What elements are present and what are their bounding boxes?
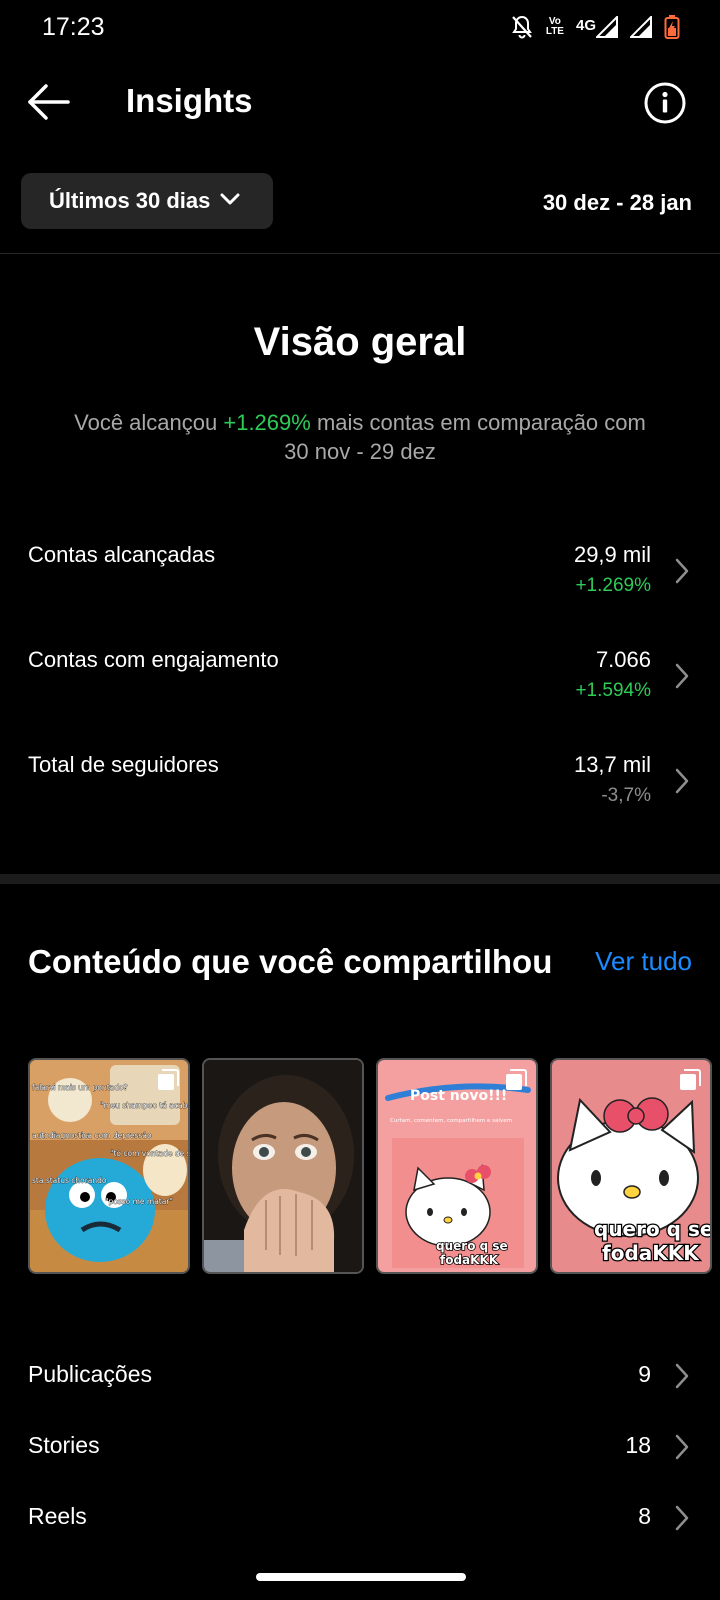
chevron-right-icon <box>675 1505 689 1531</box>
cartoon-meme-image: falarei mais um pontado? "meu shampoo tá… <box>30 1060 188 1272</box>
status-bar: 17:23 Vo LTE 4G <box>0 0 720 54</box>
carousel-icon <box>680 1069 701 1090</box>
carousel-icon <box>506 1069 527 1090</box>
list-item-stories[interactable]: Stories 18 <box>0 1417 720 1477</box>
battery-icon <box>664 14 680 40</box>
network-type: 4G <box>575 17 596 34</box>
content-thumbnail-4[interactable]: quero q se fodaKKK <box>550 1058 712 1274</box>
metric-change: -3,7% <box>601 785 651 806</box>
status-icons: Vo LTE 4G <box>510 12 680 42</box>
content-thumbnail-2[interactable] <box>202 1058 364 1274</box>
status-time: 17:23 <box>42 13 105 41</box>
metric-label: Contas com engajamento <box>28 647 279 672</box>
section-divider <box>0 874 720 884</box>
content-section-title: Conteúdo que você compartilhou <box>28 943 553 980</box>
content-thumbnail-1[interactable]: falarei mais um pontado? "meu shampoo tá… <box>28 1058 190 1274</box>
reach-change-highlight: +1.269% <box>223 410 311 435</box>
metric-label: Total de seguidores <box>28 752 219 777</box>
list-item-posts[interactable]: Publicações 9 <box>0 1346 720 1406</box>
svg-text:quero q se: quero q se <box>436 1239 508 1253</box>
content-thumbnails: falarei mais um pontado? "meu shampoo tá… <box>28 1058 720 1274</box>
filter-row: Últimos 30 dias 30 dez - 28 jan <box>0 172 720 230</box>
bell-off-icon <box>510 14 534 40</box>
chevron-right-icon <box>675 663 689 689</box>
list-item-reels[interactable]: Reels 8 <box>0 1488 720 1548</box>
metric-change: +1.269% <box>575 575 651 596</box>
divider <box>0 253 720 254</box>
svg-text:quero q se: quero q se <box>594 1217 712 1241</box>
list-count: 18 <box>625 1432 651 1458</box>
arrow-left-icon <box>26 84 72 126</box>
chevron-right-icon <box>675 1363 689 1389</box>
metric-change: +1.594% <box>575 680 651 701</box>
content-thumbnail-3[interactable]: Post novo!!! Curtam, comentem, compartil… <box>376 1058 538 1274</box>
metric-value: 29,9 mil <box>573 542 651 567</box>
period-label: Últimos 30 dias <box>49 188 211 213</box>
face-video-image <box>204 1060 362 1272</box>
app-header: Insights <box>0 70 720 136</box>
back-button[interactable] <box>26 82 72 122</box>
metric-value: 13,7 mil <box>573 752 651 777</box>
volte-icon: Vo LTE <box>545 16 564 37</box>
info-button[interactable] <box>644 82 686 124</box>
metric-accounts-reached[interactable]: Contas alcançadas 29,9 mil +1.269% <box>0 532 720 612</box>
list-count: 8 <box>638 1503 651 1529</box>
chevron-right-icon <box>675 768 689 794</box>
svg-text:fodaKKK: fodaKKK <box>440 1253 499 1267</box>
list-label: Publicações <box>28 1361 153 1387</box>
overview-title: Visão geral <box>253 320 467 364</box>
signal-icon-2 <box>630 16 652 38</box>
metric-accounts-engaged[interactable]: Contas com engajamento 7.066 +1.594% <box>0 637 720 717</box>
carousel-icon <box>158 1069 179 1090</box>
metric-value: 7.066 <box>595 647 651 672</box>
list-count: 9 <box>638 1361 651 1387</box>
info-icon <box>644 82 686 128</box>
svg-text:Curtam, comentem, compartilhem: Curtam, comentem, compartilhem e salvem <box>390 1118 512 1124</box>
list-label: Stories <box>28 1432 100 1458</box>
svg-text:fodaKKK: fodaKKK <box>602 1241 700 1265</box>
chevron-down-icon <box>220 192 240 211</box>
signal-icon <box>596 16 618 38</box>
home-indicator[interactable] <box>256 1573 466 1581</box>
hello-kitty-post-image: Post novo!!! Curtam, comentem, compartil… <box>378 1060 536 1272</box>
date-range: 30 dez - 28 jan <box>542 190 692 215</box>
see-all-link[interactable]: Ver tudo <box>595 946 692 977</box>
metric-label: Contas alcançadas <box>28 542 216 567</box>
chevron-right-icon <box>675 558 689 584</box>
list-label: Reels <box>28 1503 87 1529</box>
period-dropdown[interactable]: Últimos 30 dias <box>21 173 273 229</box>
metric-total-followers[interactable]: Total de seguidores 13,7 mil -3,7% <box>0 742 720 822</box>
hello-kitty-large-image: quero q se fodaKKK <box>552 1060 712 1272</box>
svg-text:Post novo!!!: Post novo!!! <box>410 1088 507 1104</box>
overview-summary: Você alcançou +1.269% mais contas em com… <box>74 410 646 464</box>
page-title: Insights <box>126 82 253 119</box>
chevron-right-icon <box>675 1434 689 1460</box>
